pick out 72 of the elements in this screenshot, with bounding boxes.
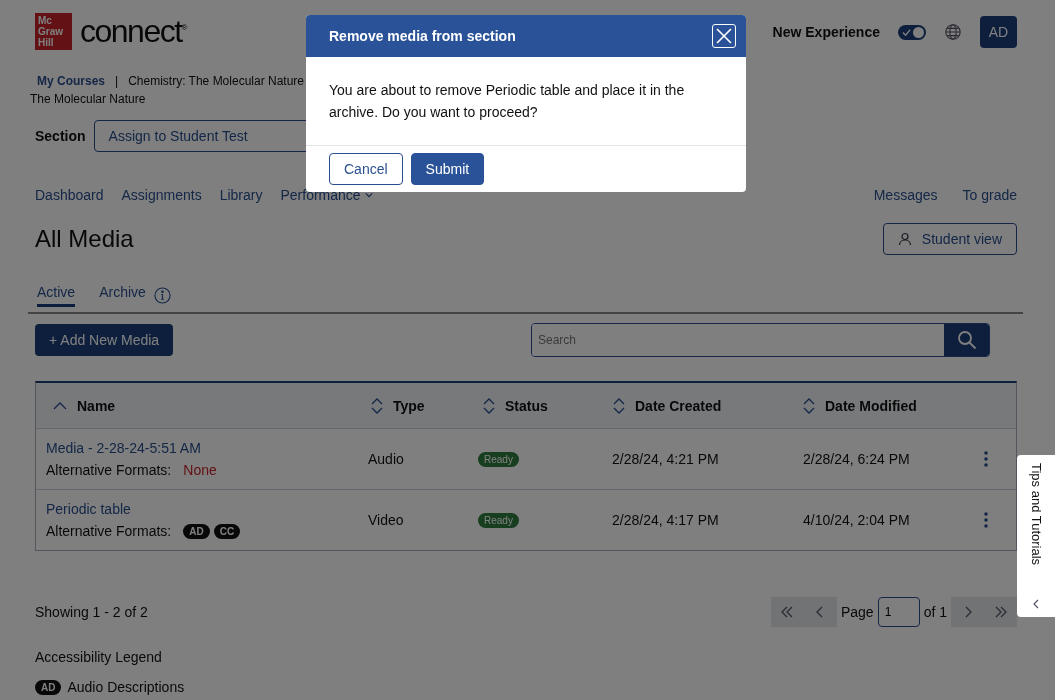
formats-none-text: None [183, 462, 217, 478]
nav-link[interactable]: Messages [873, 187, 938, 203]
media-name-link[interactable]: Periodic table [46, 501, 131, 517]
search-icon [956, 330, 977, 350]
page-label: Page [840, 604, 874, 620]
more-options-icon[interactable] [984, 451, 988, 467]
section-label: Section [35, 128, 86, 144]
double-chevron-left-icon [780, 606, 795, 618]
publisher-logo: Mc Graw Hill [35, 12, 72, 50]
breadcrumb-separator: | [115, 74, 119, 88]
double-chevron-right-icon [993, 606, 1008, 618]
student-view-button[interactable]: Student view [882, 223, 1017, 255]
close-button[interactable] [712, 24, 736, 48]
date-modified-cell: 4/10/24, 2:04 PM [803, 512, 910, 528]
person-icon [897, 232, 912, 246]
nav-link[interactable]: To grade [962, 187, 1017, 203]
page-title: All Media [35, 225, 134, 253]
add-new-media-button[interactable]: + Add New Media [35, 324, 174, 356]
status-badge: Ready [478, 512, 519, 528]
format-badge: AD [183, 523, 210, 539]
type-cell: Video [368, 512, 404, 528]
legend-title: Accessibility Legend [35, 649, 163, 665]
nav-link[interactable]: Library [219, 187, 263, 203]
course-breadcrumb: Chemistry: The Molecular Nature [128, 74, 304, 88]
more-options-icon[interactable] [984, 512, 988, 528]
sort-icon[interactable] [371, 397, 383, 414]
nav-link[interactable]: Dashboard [35, 187, 104, 203]
type-cell: Audio [368, 451, 404, 467]
sort-icon[interactable] [483, 397, 495, 414]
search-bar[interactable]: Search [531, 323, 990, 357]
info-icon[interactable] [153, 287, 171, 304]
column-header[interactable]: Name [77, 397, 116, 414]
new-experience-toggle[interactable] [898, 24, 926, 40]
chevron-left-icon [816, 606, 825, 618]
alternative-formats-label: Alternative Formats: [46, 462, 172, 478]
nav-link[interactable]: Performance [280, 187, 373, 203]
date-modified-cell: 2/28/24, 6:24 PM [803, 451, 910, 467]
course-name: The Molecular Nature [30, 92, 147, 106]
date-created-cell: 2/28/24, 4:21 PM [612, 451, 719, 467]
chevron-right-icon [963, 606, 972, 618]
user-avatar-button[interactable]: AD [980, 16, 1017, 48]
legend-label: Audio Descriptions [67, 679, 185, 695]
tips-tab[interactable]: Tips and Tutorials [1017, 455, 1055, 617]
legend-badge: AD [35, 679, 62, 695]
dialog-message: You are about to remove Periodic table and place it in the archive. Do you want to proceed? [306, 57, 746, 146]
my-courses-link[interactable]: My Courses [35, 74, 106, 88]
sort-icon[interactable] [803, 397, 815, 414]
nav-link[interactable]: Assignments [121, 187, 202, 203]
column-header[interactable]: Type [393, 397, 425, 414]
page-number-field[interactable]: 1 [877, 597, 920, 627]
column-header[interactable]: Date Created [635, 397, 722, 414]
page-count: of 1 [923, 604, 947, 620]
alternative-formats-label: Alternative Formats: [46, 523, 172, 539]
media-name-link[interactable]: Media - 2-28-24-5:51 AM [46, 440, 201, 456]
sort-icon[interactable] [613, 397, 625, 414]
date-created-cell: 2/28/24, 4:17 PM [612, 512, 719, 528]
results-count: Showing 1 - 2 of 2 [35, 604, 148, 620]
column-header[interactable]: Status [505, 397, 548, 414]
tab[interactable]: Archive [99, 284, 146, 307]
new-experience-label: New Experience [772, 24, 880, 40]
submit-button[interactable]: Submit [410, 153, 485, 185]
format-badge: CC [213, 523, 241, 539]
column-header[interactable]: Date Modified [825, 397, 917, 414]
globe-icon[interactable] [944, 23, 962, 41]
cancel-button[interactable]: Cancel [329, 153, 403, 185]
product-logo: connect$^{®}$ [80, 12, 186, 50]
sort-ascending-icon[interactable] [53, 401, 67, 410]
search-button[interactable] [944, 324, 989, 356]
dialog-title: Remove media from section [329, 28, 516, 44]
status-badge: Ready [478, 451, 519, 467]
tab[interactable]: Active [37, 284, 76, 307]
check-icon [902, 27, 911, 37]
